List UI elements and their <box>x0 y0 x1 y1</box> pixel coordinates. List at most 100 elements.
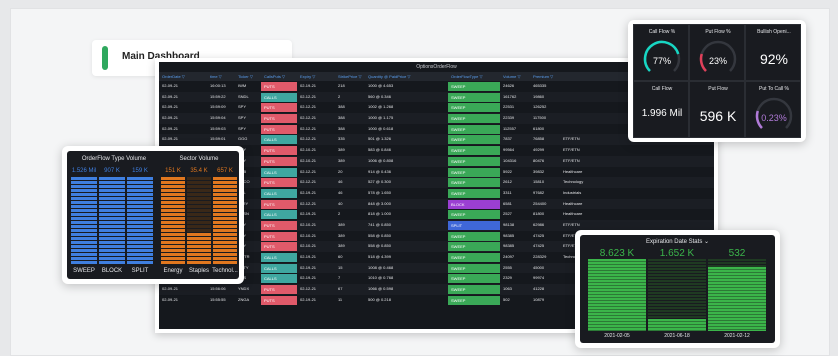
column-header[interactable]: Quantity @ PaidPrice ▽ <box>365 72 448 81</box>
table-cell: ETF/ETN <box>563 157 580 163</box>
volume-bar[interactable] <box>187 177 211 265</box>
chevron-down-icon[interactable]: ⌄ <box>704 239 709 245</box>
table-cell <box>560 102 630 113</box>
type-badge: SWEEP <box>448 274 500 284</box>
table-cell: 02-19-21 <box>300 264 317 270</box>
table-cell <box>560 92 630 103</box>
filter-icon[interactable]: ▽ <box>478 74 482 79</box>
column-header[interactable]: time ▽ <box>207 72 235 81</box>
metrics-card: Call Flow % 77% Put Flow % 23% Bullish Openi… <box>628 20 806 142</box>
table-cell: 2329 <box>503 275 512 281</box>
gauge <box>643 40 681 72</box>
type-badge: SWEEP <box>448 124 500 134</box>
table-cell: 389 <box>338 157 345 163</box>
exp-bar[interactable] <box>708 267 766 331</box>
filter-icon[interactable]: ▽ <box>281 74 285 79</box>
table-cell <box>560 124 630 135</box>
column-header[interactable]: OrderFlowType ▽ <box>448 72 500 81</box>
table-cell: 7 <box>338 275 341 281</box>
filter-icon[interactable]: ▽ <box>549 74 553 79</box>
volume-bar[interactable] <box>99 177 125 265</box>
type-badge: PUTS <box>261 178 297 188</box>
table-cell: 502 <box>503 296 510 302</box>
filter-icon[interactable]: ▽ <box>181 74 185 79</box>
metric-tile[interactable]: Put Flow % 23% <box>689 24 745 81</box>
table-cell: SWEEP <box>448 263 500 274</box>
type-badge: PUTS <box>261 146 297 156</box>
table-cell: 848 @ 3.000 <box>368 200 391 206</box>
table-cell: 388 <box>338 104 345 110</box>
table-cell: Healthcare <box>563 168 583 174</box>
table-cell: 335 <box>338 136 345 142</box>
column-header[interactable]: Premium ▽ <box>530 72 560 81</box>
metric-tile[interactable]: Call Flow 1.996 Mil <box>633 81 689 138</box>
table-cell: 24626 <box>503 83 515 88</box>
table-cell: 389 <box>338 243 345 249</box>
table-cell: 02-12-21 <box>300 115 317 121</box>
table-cell: 15:56:06 <box>210 286 226 292</box>
table-cell: 2555 <box>503 264 512 270</box>
exp-value: 1.652 K <box>659 248 695 259</box>
table-cell: 11 <box>338 296 343 302</box>
column-header[interactable] <box>560 72 630 81</box>
table-cell: 02-12-21 <box>300 200 317 206</box>
table-cell: ETF/ETN <box>563 136 580 142</box>
table-cell: 1000 @ 4.653 <box>368 83 394 88</box>
table-cell: 02-10-21 <box>300 243 317 249</box>
volume-bar[interactable] <box>127 177 153 265</box>
metric-tile[interactable]: Bullish Openi... 92% <box>745 24 801 81</box>
table-cell: 2 <box>338 93 341 99</box>
filter-icon[interactable]: ▽ <box>516 74 520 79</box>
table-cell: PUTS <box>261 284 297 295</box>
table-cell: SWEEP <box>448 231 500 242</box>
metric-tile[interactable]: Put Flow 596 K <box>689 81 745 138</box>
table-cell: 02-12-21 <box>300 125 317 131</box>
column-header[interactable]: Ticker ▽ <box>235 72 261 81</box>
type-badge: CALLS <box>261 263 297 273</box>
type-badge: CALLS <box>261 167 297 177</box>
metric-value: 77% <box>652 56 671 66</box>
volume-bar[interactable] <box>71 177 97 265</box>
table-cell: 02-19-21 <box>300 296 317 302</box>
table-cell: ETF/ETN <box>563 147 580 153</box>
table-cell: 20 <box>338 168 343 174</box>
exp-bar[interactable] <box>588 259 646 331</box>
volume-bar[interactable] <box>213 177 237 265</box>
filter-icon[interactable]: ▽ <box>311 74 315 79</box>
filter-icon[interactable]: ▽ <box>357 74 361 79</box>
table-cell: Technology <box>563 179 584 185</box>
volume-bar[interactable] <box>161 177 185 265</box>
table-cell: 02-09-21 <box>162 296 179 302</box>
table-cell: PUTS <box>261 113 297 124</box>
filter-icon[interactable]: ▽ <box>218 74 222 79</box>
metric-tile[interactable]: Call Flow % 77% <box>633 24 689 81</box>
table-cell: SWEEP <box>448 188 500 199</box>
table-cell: CALLS <box>261 92 297 103</box>
table-cell: 62986 <box>533 221 545 227</box>
metric-tile[interactable]: Put To Call % 0.23% <box>745 81 801 138</box>
type-badge: CALLS <box>261 274 297 284</box>
column-header[interactable]: OrderDate ▽ <box>159 72 207 81</box>
table-cell: SPY <box>238 115 247 121</box>
filter-icon[interactable]: ▽ <box>406 74 410 79</box>
volume-card: OrderFlow Type Volume Sector Volume 1.52… <box>62 146 244 284</box>
table-cell: CALLS <box>261 209 297 220</box>
column-header-label: Quantity @ PaidPrice <box>368 74 407 79</box>
type-badge: CALLS <box>261 135 297 145</box>
column-header[interactable]: StrikePrice ▽ <box>335 72 365 81</box>
filter-icon[interactable]: ▽ <box>249 74 253 79</box>
column-header[interactable]: Volume ▽ <box>500 72 530 81</box>
column-header[interactable]: CallsPuts ▽ <box>261 72 297 81</box>
table-cell: 02-09-21 <box>162 93 179 99</box>
table-cell: 02-09-21 <box>162 115 179 121</box>
type-badge: PUTS <box>261 231 297 241</box>
title-accent-bar <box>102 46 108 70</box>
exp-bar[interactable] <box>648 319 706 331</box>
metric-value: 1.996 Mil <box>641 108 683 119</box>
metric-value: 0.23% <box>761 113 787 123</box>
table-cell: YNDX <box>238 286 250 292</box>
column-header[interactable]: Expiry ▽ <box>297 72 335 81</box>
column-header-label: Premium <box>533 74 550 79</box>
table-cell: PUTS <box>261 102 297 113</box>
metric-value: 92% <box>759 51 789 67</box>
